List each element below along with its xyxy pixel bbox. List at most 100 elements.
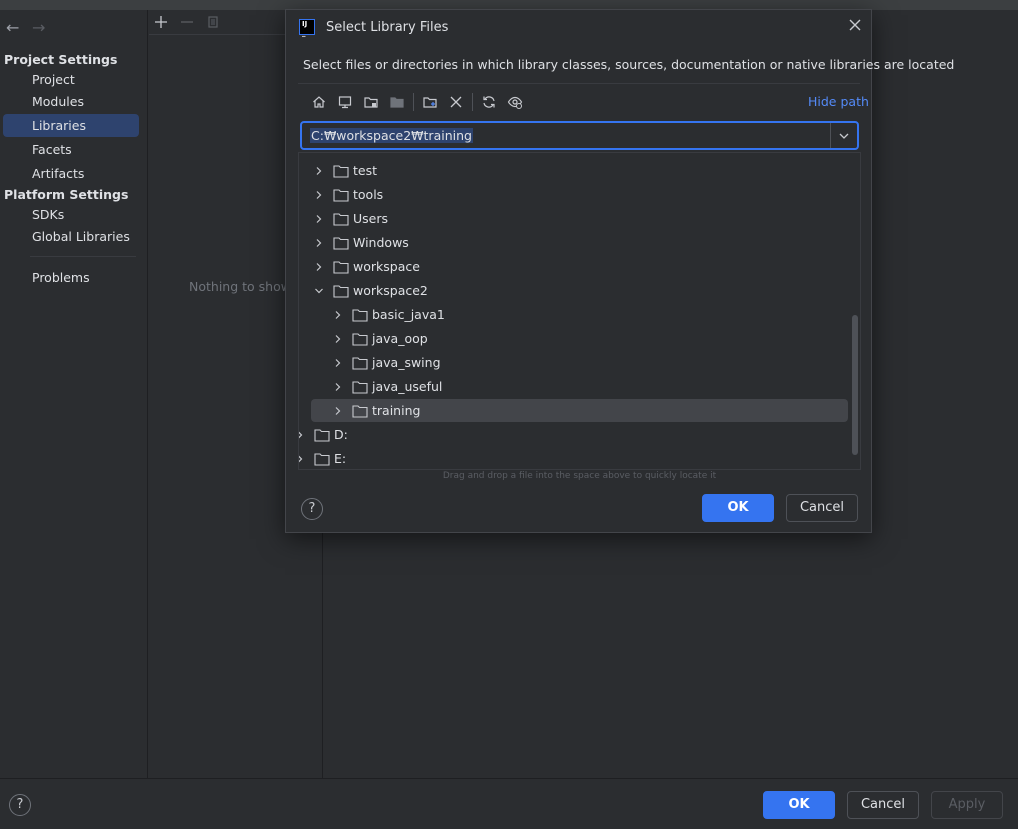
tree-node-label: Windows [353, 235, 409, 250]
path-input[interactable]: C:₩workspace2₩training [310, 128, 473, 143]
dialog-cancel-button[interactable]: Cancel [786, 494, 858, 522]
chevron-right-icon[interactable] [311, 235, 327, 251]
tree-node-drive-d[interactable]: D: [299, 423, 848, 446]
dialog-ok-button[interactable]: OK [702, 494, 774, 522]
tree-node-label: java_useful [372, 379, 443, 394]
path-combobox[interactable]: C:₩workspace2₩training [300, 121, 859, 150]
tree-node-windows[interactable]: Windows [311, 231, 848, 254]
toolbar-separator [472, 93, 473, 111]
project-settings-title: Project Settings [4, 52, 118, 67]
tree-node-label: D: [334, 427, 348, 442]
nav-item-global-libraries[interactable]: Global Libraries [3, 225, 139, 248]
tree-node-label: test [353, 163, 378, 178]
new-folder-icon[interactable] [417, 92, 443, 112]
nav-item-problems[interactable]: Problems [3, 266, 139, 289]
settings-footer: ? OK Cancel Apply [0, 778, 1018, 829]
tree-scrollbar[interactable] [852, 315, 858, 455]
select-library-files-dialog: IJ _ Select Library Files Select files or… [285, 9, 954, 533]
tree-node-label: E: [334, 451, 347, 466]
project-folder-icon[interactable] [358, 92, 384, 112]
apply-button[interactable]: Apply [931, 791, 1003, 819]
file-tree[interactable]: test tools Users Windows workspace works… [298, 152, 861, 470]
tree-node-label: java_swing [372, 355, 441, 370]
folder-icon [352, 308, 368, 322]
tree-node-label: workspace [353, 259, 420, 274]
module-folder-icon[interactable] [384, 92, 410, 112]
close-icon[interactable] [848, 18, 862, 36]
chevron-right-icon[interactable] [330, 331, 346, 347]
nav-item-project[interactable]: Project [3, 68, 139, 91]
nav-item-artifacts[interactable]: Artifacts [3, 162, 139, 185]
chevron-right-icon[interactable] [299, 451, 308, 467]
tree-node-workspace2[interactable]: workspace2 [311, 279, 848, 302]
nav-item-modules[interactable]: Modules [3, 90, 139, 113]
drag-drop-hint: Drag and drop a file into the space abov… [442, 471, 717, 481]
intellij-logo-icon: IJ _ [299, 19, 315, 37]
folder-icon [352, 332, 368, 346]
folder-icon [333, 164, 349, 178]
help-button[interactable]: ? [9, 794, 31, 816]
tree-node-label: Users [353, 211, 389, 226]
copy-icon[interactable] [205, 14, 221, 30]
toolbar-separator [413, 93, 414, 111]
chevron-right-icon[interactable] [311, 211, 327, 227]
ok-button[interactable]: OK [763, 791, 835, 819]
folder-icon [314, 428, 330, 442]
chevron-right-icon[interactable] [330, 355, 346, 371]
tree-node-users[interactable]: Users [311, 207, 848, 230]
folder-icon [314, 452, 330, 466]
folder-icon [352, 380, 368, 394]
folder-icon [333, 284, 349, 298]
refresh-icon[interactable] [476, 92, 502, 112]
tree-node-label: java_oop [372, 331, 428, 346]
home-icon[interactable] [306, 92, 332, 112]
delete-icon[interactable] [443, 92, 469, 112]
dialog-help-button[interactable]: ? [301, 498, 323, 520]
chevron-right-icon[interactable] [299, 427, 308, 443]
folder-icon [333, 260, 349, 274]
folder-icon [352, 404, 368, 418]
show-hidden-icon[interactable] [502, 92, 528, 112]
tree-node-training[interactable]: training [311, 399, 848, 422]
nav-item-sdks[interactable]: SDKs [3, 203, 139, 226]
empty-state-text: Nothing to show [189, 279, 291, 294]
tree-node-label: training [372, 403, 421, 418]
tree-node-tools[interactable]: tools [311, 183, 848, 206]
nav-item-facets[interactable]: Facets [3, 138, 139, 161]
chevron-down-icon[interactable] [311, 283, 327, 299]
chevron-down-icon[interactable] [830, 123, 857, 148]
folder-icon [333, 212, 349, 226]
nav-item-libraries[interactable]: Libraries [3, 114, 139, 137]
tree-node-drive-e[interactable]: E: [299, 447, 848, 469]
arrow-right-icon[interactable]: → [32, 18, 48, 37]
chevron-right-icon[interactable] [330, 379, 346, 395]
dialog-divider [298, 83, 860, 84]
nav-divider-line [147, 10, 148, 778]
nav-divider [30, 256, 136, 257]
add-icon[interactable] [153, 14, 169, 30]
tree-node-label: tools [353, 187, 384, 202]
chevron-right-icon[interactable] [330, 403, 346, 419]
folder-icon [333, 236, 349, 250]
tree-node-basic-java1[interactable]: basic_java1 [330, 303, 848, 326]
tree-node-java-useful[interactable]: java_useful [330, 375, 848, 398]
tree-node-label: workspace2 [353, 283, 428, 298]
chevron-right-icon[interactable] [311, 187, 327, 203]
platform-settings-title: Platform Settings [4, 187, 129, 202]
remove-icon[interactable] [179, 14, 195, 30]
cancel-button[interactable]: Cancel [847, 791, 919, 819]
nav-history: ← → [6, 18, 48, 37]
chevron-right-icon[interactable] [330, 307, 346, 323]
file-chooser-toolbar [306, 92, 528, 112]
tree-node-test[interactable]: test [311, 159, 848, 182]
tree-node-java-swing[interactable]: java_swing [330, 351, 848, 374]
folder-icon [352, 356, 368, 370]
arrow-left-icon[interactable]: ← [6, 18, 22, 37]
tree-node-workspace[interactable]: workspace [311, 255, 848, 278]
folder-icon [333, 188, 349, 202]
chevron-right-icon[interactable] [311, 163, 327, 179]
tree-node-java-oop[interactable]: java_oop [330, 327, 848, 350]
hide-path-link[interactable]: Hide path [808, 94, 869, 109]
chevron-right-icon[interactable] [311, 259, 327, 275]
desktop-icon[interactable] [332, 92, 358, 112]
